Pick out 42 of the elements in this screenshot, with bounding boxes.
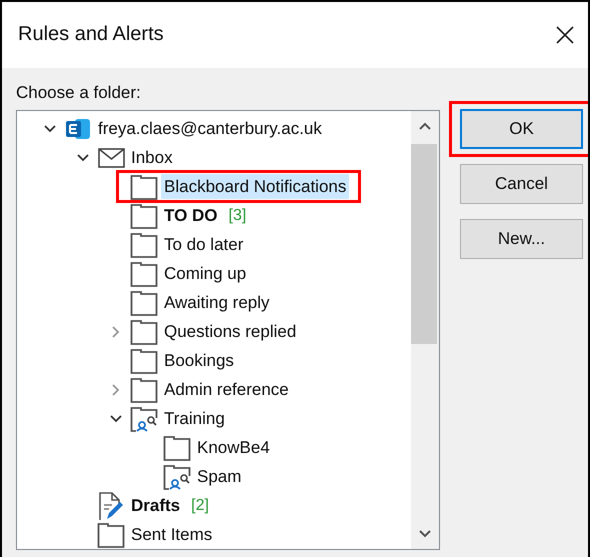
scroll-up-icon[interactable] [418, 121, 432, 131]
folder-item[interactable]: Training [161, 406, 228, 432]
dialog-button[interactable]: New... [460, 219, 583, 259]
search-folder-icon [163, 464, 191, 490]
folder-item[interactable]: freya.claes@canterbury.ac.uk [95, 116, 325, 142]
folder-item[interactable]: Sent Items [128, 522, 216, 548]
folder-item[interactable]: TO DO [161, 202, 221, 228]
search-folder-icon [130, 406, 158, 432]
folder-icon [130, 290, 158, 316]
folder-item[interactable]: Awaiting reply [161, 290, 273, 316]
envelope-icon [98, 148, 124, 168]
window-title: Rules and Alerts [18, 22, 164, 47]
folder-icon [97, 522, 125, 548]
unread-count: [3] [228, 206, 246, 226]
folder-icon [130, 202, 158, 228]
folder-icon [163, 434, 191, 460]
unread-count: [2] [191, 496, 209, 516]
folder-item[interactable]: KnowBe4 [194, 434, 273, 460]
scroll-thumb[interactable] [411, 144, 437, 344]
folder-icon [130, 348, 158, 374]
folder-prompt: Choose a folder: [16, 82, 142, 104]
folder-item[interactable]: Coming up [161, 260, 250, 286]
dialog-button[interactable]: Cancel [460, 164, 583, 204]
folder-icon [130, 174, 158, 200]
folder-item[interactable]: Drafts [128, 492, 184, 518]
exchange-logo-icon [65, 116, 91, 140]
folder-item[interactable]: Inbox [128, 144, 176, 170]
folder-item[interactable]: To do later [161, 232, 246, 258]
folder-icon [130, 232, 158, 258]
folder-item[interactable]: Blackboard Notifications [161, 174, 350, 200]
folder-item[interactable]: Spam [194, 464, 244, 490]
folder-icon [130, 318, 158, 344]
scroll-down-icon[interactable] [418, 529, 432, 539]
dialog-button[interactable]: OK [460, 109, 583, 149]
folder-icon [130, 376, 158, 402]
scrollbar[interactable] [411, 111, 439, 549]
draft-document-icon [97, 490, 125, 520]
folder-item[interactable]: Questions replied [161, 318, 300, 344]
folder-item[interactable]: Bookings [161, 348, 237, 374]
folder-item[interactable]: Admin reference [161, 376, 292, 402]
folder-icon [130, 260, 158, 286]
close-icon[interactable] [556, 26, 574, 44]
